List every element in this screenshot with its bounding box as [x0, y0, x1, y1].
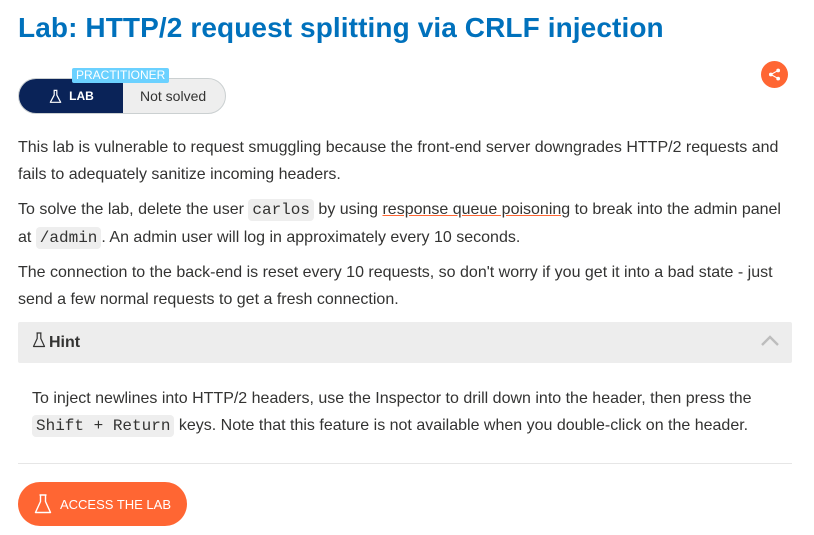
hint-body: To inject newlines into HTTP/2 headers, … — [32, 385, 782, 440]
chevron-up-icon[interactable] — [760, 334, 780, 348]
text: To inject newlines into HTTP/2 headers, … — [32, 390, 752, 407]
flask-icon — [49, 89, 62, 103]
hint-title: Hint — [49, 334, 81, 351]
description-paragraph-2: To solve the lab, delete the user carlos… — [18, 196, 794, 252]
code-username: carlos — [248, 199, 314, 221]
response-queue-poisoning-link[interactable]: response queue poisoning — [382, 201, 570, 218]
lab-badge: LAB — [19, 79, 123, 113]
text: keys. Note that this feature is not avai… — [174, 417, 749, 434]
access-lab-label: ACCESS THE LAB — [59, 496, 172, 512]
share-button[interactable] — [761, 61, 788, 88]
description-paragraph-1: This lab is vulnerable to request smuggl… — [18, 139, 779, 183]
text: by using — [313, 201, 383, 218]
flask-icon — [34, 494, 52, 514]
code-shortcut: Shift + Return — [32, 415, 175, 437]
text: . An admin user will log in approximatel… — [101, 229, 521, 246]
flask-icon — [32, 332, 46, 348]
code-admin-path: /admin — [35, 227, 102, 249]
solved-status: Not solved — [140, 88, 207, 104]
text: To solve the lab, delete the user — [18, 201, 249, 218]
description-paragraph-3: The connection to the back-end is reset … — [18, 264, 773, 308]
page-title: Lab: HTTP/2 request splitting via CRLF i… — [18, 12, 664, 43]
hint-toggle[interactable]: Hint — [18, 322, 792, 363]
lab-status-widget: LAB PRACTITIONER Not solved — [18, 68, 226, 114]
access-lab-button[interactable]: ACCESS THE LAB — [18, 482, 187, 526]
share-icon — [768, 68, 781, 81]
divider — [18, 463, 792, 464]
lab-label: LAB — [69, 89, 94, 103]
